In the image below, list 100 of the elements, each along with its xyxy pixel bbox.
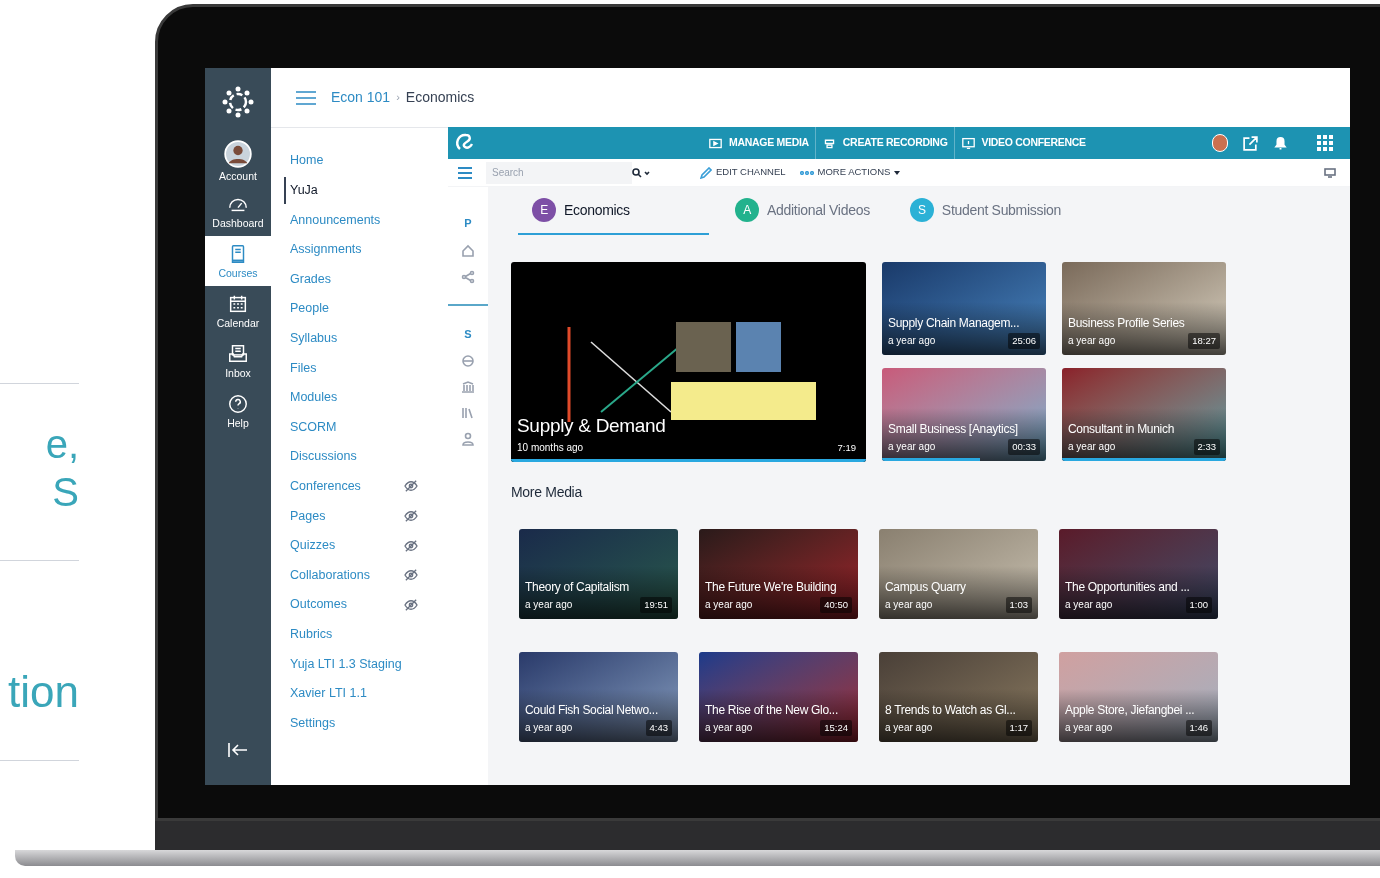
nav-item[interactable]: Inbox [205, 336, 271, 386]
course-nav-link[interactable]: People [290, 299, 329, 319]
course-nav-link[interactable]: Collaborations [290, 565, 370, 585]
dots-icon [799, 170, 814, 175]
video-age: a year ago [885, 598, 933, 613]
video-title: Could Fish Social Netwo... [525, 702, 659, 718]
breadcrumb-separator: › [396, 90, 400, 106]
section-letter: P [464, 216, 472, 231]
video-thumbnail[interactable]: Supply Chain Managem... a year ago 25:06 [882, 262, 1046, 355]
course-nav-link[interactable]: Yuja LTI 1.3 Staging [290, 654, 402, 674]
video-thumbnail[interactable]: Theory of Capitalism a year ago 19:51 [519, 529, 678, 619]
video-duration: 1:03 [1005, 596, 1032, 613]
menu-icon[interactable] [295, 89, 317, 106]
course-nav-link[interactable]: Assignments [290, 240, 362, 259]
video-age: a year ago [888, 440, 936, 455]
nav-item[interactable]: Help [205, 386, 271, 436]
search-icon [632, 167, 652, 178]
media-icon [708, 136, 723, 150]
course-nav-link[interactable]: YuJa [284, 177, 318, 204]
video-duration: 2:33 [1193, 438, 1220, 455]
books-icon[interactable] [461, 406, 475, 420]
channel-avatar: A [735, 198, 759, 222]
globe-icon[interactable] [461, 354, 475, 368]
course-nav-link[interactable]: Outcomes [290, 595, 347, 615]
video-thumbnail[interactable]: Consultant in Munich a year ago 2:33 [1062, 368, 1226, 461]
channel-tab[interactable]: S Student Submission [895, 187, 1075, 235]
course-nav-link[interactable]: Conferences [290, 476, 361, 496]
monitor-icon[interactable] [1324, 167, 1336, 178]
share-icon[interactable] [461, 269, 475, 284]
course-nav-link[interactable]: Pages [290, 506, 326, 526]
video-thumbnail[interactable]: The Rise of the New Glo... a year ago 15:24 [699, 652, 858, 742]
headline-text: tion [8, 666, 79, 718]
video-thumbnail[interactable]: Supply & Demand 10 months ago 7:19 [511, 262, 866, 462]
toolbar-button[interactable]: MANAGE MEDIA [702, 127, 815, 159]
course-nav-link[interactable]: Discussions [290, 447, 357, 467]
video-title: The Rise of the New Glo... [705, 702, 839, 718]
person-icon[interactable] [461, 432, 475, 446]
video-duration: 1:17 [1005, 719, 1032, 736]
external-link-icon[interactable] [1242, 134, 1259, 152]
video-title: Theory of Capitalism [525, 579, 631, 595]
video-title: The Opportunities and ... [1065, 579, 1191, 595]
course-nav-link[interactable]: Syllabus [290, 329, 338, 348]
video-thumbnail[interactable]: Business Profile Series a year ago 18:27 [1062, 262, 1226, 355]
course-nav-link[interactable]: Quizzes [290, 536, 336, 555]
screen-icon [960, 136, 976, 150]
course-nav-link[interactable]: Settings [290, 713, 336, 733]
more-actions-button[interactable]: MORE ACTIONS [799, 165, 901, 180]
video-duration: 00:33 [1008, 438, 1040, 455]
nav-item[interactable]: Dashboard [205, 186, 271, 236]
caret-icon [894, 170, 901, 175]
nav-item[interactable]: Account [205, 136, 271, 186]
logo-icon[interactable] [220, 84, 256, 120]
bell-icon[interactable] [1273, 135, 1288, 151]
video-thumbnail[interactable]: 8 Trends to Watch as Gl... a year ago 1:17 [879, 652, 1038, 742]
course-nav-link[interactable]: Modules [290, 388, 338, 407]
video-thumbnail[interactable]: Could Fish Social Netwo... a year ago 4:43 [519, 652, 678, 742]
edit-channel-button[interactable]: EDIT CHANNEL [700, 165, 786, 180]
video-age: a year ago [888, 334, 936, 349]
video-duration: 15:24 [820, 719, 852, 736]
video-duration: 40:50 [820, 596, 852, 613]
course-nav-link[interactable]: Xavier LTI 1.1 [290, 684, 367, 703]
course-nav-link[interactable]: Home [290, 151, 324, 171]
video-duration: 1:00 [1185, 596, 1212, 613]
video-thumbnail[interactable]: Apple Store, Jiefangbei ... a year ago 1:46 [1059, 652, 1218, 742]
channel-tab[interactable]: E Economics [518, 187, 709, 235]
video-title: The Future We're Building [705, 579, 838, 595]
menu-icon[interactable] [458, 166, 472, 179]
video-age: a year ago [1065, 721, 1113, 736]
nav-item[interactable]: Courses [205, 236, 271, 286]
building-icon[interactable] [461, 380, 475, 394]
course-nav-link[interactable]: Rubrics [290, 624, 333, 644]
video-age: a year ago [1065, 598, 1113, 613]
channel-tab[interactable]: A Additional Videos [721, 187, 884, 235]
apps-grid-icon[interactable] [1316, 134, 1334, 152]
headline-text: e, [45, 421, 79, 468]
video-duration: 1:46 [1185, 719, 1212, 736]
video-thumbnail[interactable]: The Future We're Building a year ago 40:50 [699, 529, 858, 619]
breadcrumb-link[interactable]: Econ 101 [331, 87, 391, 108]
course-nav-link[interactable]: Files [290, 358, 317, 378]
course-nav-link[interactable]: Announcements [290, 210, 381, 230]
video-thumbnail[interactable]: Small Business [Anaytics] a year ago 00:33 [882, 368, 1046, 461]
video-duration: 25:06 [1008, 332, 1040, 349]
collapse-icon[interactable] [226, 740, 250, 760]
course-nav-link[interactable]: SCORM [290, 417, 337, 437]
video-thumbnail[interactable]: The Opportunities and ... a year ago 1:00 [1059, 529, 1218, 619]
channel-avatar: S [909, 198, 934, 222]
video-age: a year ago [705, 721, 753, 736]
course-nav-link[interactable]: Grades [290, 269, 331, 289]
video-thumbnail[interactable]: Campus Quarry a year ago 1:03 [879, 529, 1038, 619]
video-title: Consultant in Munich [1068, 421, 1176, 437]
video-title: Apple Store, Jiefangbei ... [1065, 702, 1196, 718]
search-field[interactable]: Search [486, 161, 632, 184]
avatar[interactable] [1212, 134, 1228, 152]
video-duration: 19:51 [640, 596, 672, 613]
headline-text: S [52, 469, 79, 516]
nav-item[interactable]: Calendar [205, 286, 271, 336]
home-icon[interactable] [461, 243, 475, 258]
video-age: a year ago [705, 598, 753, 613]
video-age: a year ago [885, 721, 933, 736]
video-duration: 4:43 [645, 719, 672, 736]
